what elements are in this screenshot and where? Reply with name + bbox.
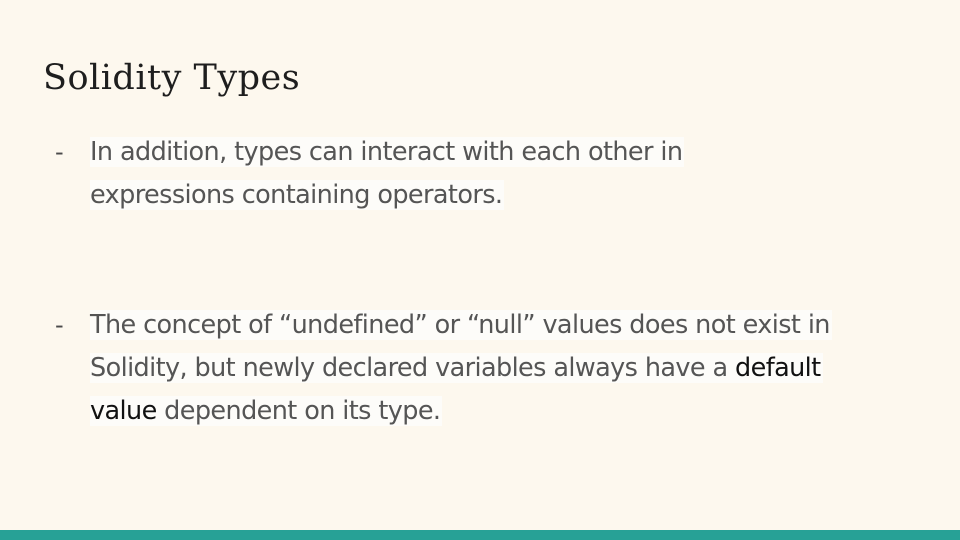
bullet-2-emphasis-value: value [90, 396, 157, 426]
bullet-2-line-2: Solidity, but newly declared variables a… [90, 353, 736, 383]
footer-accent-bar [0, 530, 960, 540]
bullet-2-line-3: dependent on its type. [156, 396, 441, 426]
bullet-marker-2: - [55, 311, 64, 339]
bullet-1-line-1: In addition, types can interact with eac… [90, 137, 685, 167]
bullet-1-line-2: expressions containing operators. [90, 180, 505, 210]
bullet-marker-1: - [55, 138, 64, 166]
bullet-text-2: The concept of “undefined” or “null” val… [90, 304, 832, 433]
slide-title: Solidity Types [43, 58, 301, 98]
bullet-text-1: In addition, types can interact with eac… [90, 131, 685, 217]
slide: Solidity Types - In addition, types can … [0, 0, 960, 540]
bullet-2-emphasis-default: default [735, 353, 821, 383]
bullet-2-line-1: The concept of “undefined” or “null” val… [90, 310, 832, 340]
